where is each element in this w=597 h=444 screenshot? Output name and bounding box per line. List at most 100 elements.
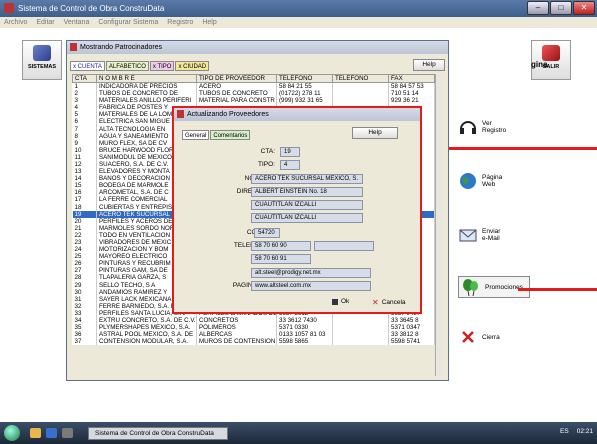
- enviar-email-label: Enviar e-Mail: [482, 228, 501, 242]
- cell-cta: 10: [72, 146, 97, 154]
- codigo-field[interactable]: 54720: [254, 228, 280, 238]
- app-icon: [4, 3, 14, 13]
- telefono-field-1[interactable]: 58 70 60 90: [251, 241, 311, 251]
- media-icon[interactable]: [62, 428, 73, 438]
- cell-cta: 32: [72, 302, 97, 310]
- table-row[interactable]: 37 CONTENSION MODULAR, S.A. MUROS DE CONTE…: [72, 338, 435, 346]
- sistemas-button[interactable]: SISTEMAS: [22, 40, 62, 80]
- mail-field[interactable]: alt.steel@prodigy.net.mx: [251, 268, 371, 278]
- cell-cta: 7: [72, 125, 97, 133]
- cell-nombre: MATERIALES ANILLO PERIFERI: [96, 97, 197, 105]
- cell-cta: 9: [72, 139, 97, 147]
- cell-cta: 26: [72, 260, 97, 268]
- promociones-button[interactable]: Promociones: [458, 276, 530, 298]
- actualizando-window: Actualizando Proveedores General Comenta…: [172, 106, 422, 314]
- table-scrollbar[interactable]: [435, 74, 443, 376]
- ok-button[interactable]: Ok: [332, 298, 349, 305]
- cell-cta: 30: [72, 288, 97, 296]
- cierra-button[interactable]: Cierra: [458, 328, 530, 346]
- app-titlebar: Sistema de Control de Obra ConstruData –…: [0, 0, 597, 17]
- tab-comentarios[interactable]: Comentarios: [210, 130, 251, 140]
- cell-nombre: CONTENSION MODULAR, S.A.: [96, 338, 197, 346]
- start-orb-icon[interactable]: [4, 425, 20, 441]
- cta-field[interactable]: 19: [280, 147, 300, 157]
- language-indicator[interactable]: ES: [560, 428, 569, 435]
- cell-cta: 23: [72, 238, 97, 247]
- table-row[interactable]: 1 INDICADORA DE PRECIOS ACERO 58 84 21 55 58…: [72, 82, 435, 90]
- col-header-telefono[interactable]: TELEFONO: [276, 74, 333, 83]
- cell-cta: 24: [72, 246, 97, 254]
- tab-tipo[interactable]: x TIPO: [149, 61, 175, 71]
- system-tray: ES 02:21: [560, 428, 593, 435]
- balloons-icon: [463, 279, 478, 296]
- ver-registro-button[interactable]: Ver Registro: [458, 118, 530, 136]
- cell-cta: 37: [72, 338, 97, 346]
- folder-icon[interactable]: [30, 428, 41, 438]
- cell-nombre: PLYMERSHAPES MEXICO, S.A.: [96, 324, 197, 332]
- sort-tabs: x CUENTA ALFABETICO x TIPO x CIUDAD: [70, 61, 210, 71]
- table-row[interactable]: 3 MATERIALES ANILLO PERIFERI MATERIAL PARA…: [72, 97, 435, 105]
- menu-editar[interactable]: Editar: [36, 17, 54, 28]
- cell-cta: 27: [72, 267, 97, 275]
- table-row[interactable]: 2 TUBOS DE CONCRETO DE TUBOS DE CONCRETO (0…: [72, 90, 435, 98]
- menu-ventana[interactable]: Ventana: [64, 17, 90, 28]
- cell-telefono-2: [332, 324, 389, 332]
- exit-door-icon: [542, 45, 560, 61]
- cell-fax: 33 3812 8: [388, 331, 435, 339]
- pagina-web-button[interactable]: Página Web: [458, 172, 530, 190]
- patrocinadores-titlebar: Mostrando Patrocinadores: [67, 41, 448, 54]
- menu-configurar-sistema[interactable]: Configurar Sistema: [98, 17, 158, 28]
- actualizando-help-button[interactable]: Help: [352, 127, 398, 139]
- col-header-fax[interactable]: FAX: [388, 74, 435, 83]
- col-header-tipo[interactable]: TIPO DE PROVEEDOR: [196, 74, 277, 83]
- browser-icon[interactable]: [46, 428, 57, 438]
- cell-cta: 5: [72, 111, 97, 119]
- enviar-email-button[interactable]: Enviar e-Mail: [458, 226, 530, 244]
- patrocinadores-help-button[interactable]: Help: [413, 59, 445, 71]
- table-header-row: CTA N O M B R E TIPO DE PROVEEDOR TELEFO…: [72, 74, 435, 83]
- col-header-nombre[interactable]: N O M B R E: [96, 74, 197, 83]
- minimize-button[interactable]: –: [527, 1, 549, 15]
- table-row[interactable]: 36 ASTRAL POOL MEXICO, S.A. DE ALBERCAS 013…: [72, 331, 435, 339]
- table-row[interactable]: 34 EXTRU CONCRETO, S.A. DE C.V. CONCRETOS 3…: [72, 317, 435, 325]
- tipo-field[interactable]: 4: [280, 160, 300, 170]
- taskbar-app-item[interactable]: Sistema de Control de Obra ConstruData: [88, 427, 228, 440]
- menu-registro[interactable]: Registro: [167, 17, 193, 28]
- menu-help[interactable]: Help: [202, 17, 216, 28]
- tab-alfabetico[interactable]: ALFABETICO: [105, 61, 149, 71]
- maximize-button[interactable]: □: [550, 1, 572, 15]
- tab-general[interactable]: General: [182, 130, 210, 140]
- cell-cta: 35: [72, 324, 97, 332]
- cell-tipo: MUROS DE CONTENSION: [196, 338, 277, 346]
- cancel-x-icon: ✕: [372, 298, 379, 307]
- cell-cta: 8: [72, 132, 97, 140]
- cell-cta: 18: [72, 203, 97, 211]
- cell-tipo: CONCRETOS: [196, 317, 277, 325]
- nombre-field[interactable]: ACERO TEK SUCURSAL MEXICO, S.: [251, 174, 363, 184]
- cell-cta: 1: [72, 82, 97, 90]
- tab-ciudad[interactable]: x CIUDAD: [175, 61, 210, 71]
- tab-cuenta[interactable]: x CUENTA: [70, 61, 105, 71]
- cell-tipo: ACERO: [196, 82, 277, 90]
- direccion-field-1[interactable]: ALBERT EINSTEIN No. 18: [251, 187, 363, 197]
- annotation-line-promociones: [518, 288, 597, 291]
- col-header-telefono-2[interactable]: TELEFONO: [332, 74, 389, 83]
- cell-cta: 11: [72, 153, 97, 161]
- cancel-button[interactable]: ✕ Cancela: [372, 298, 406, 307]
- col-header-cta[interactable]: CTA: [72, 74, 97, 83]
- actualizando-titlebar: Actualizando Proveedores: [174, 108, 420, 121]
- close-button[interactable]: ✕: [573, 1, 595, 15]
- direccion-field-3[interactable]: CUAUTITLAN IZCALLI: [251, 213, 363, 223]
- fax-field[interactable]: 58 70 60 91: [251, 254, 311, 264]
- menu-archivo[interactable]: Archivo: [4, 17, 27, 28]
- cell-cta: 25: [72, 253, 97, 261]
- cell-tipo: MATERIAL PARA CONSTR: [196, 97, 277, 105]
- pagina-web-field[interactable]: www.altsteel.com.mx: [251, 281, 371, 291]
- direccion-field-2[interactable]: CUAUTITLAN IZCALLI: [251, 200, 363, 210]
- telefono-field-2[interactable]: [314, 241, 374, 251]
- computer-icon: [33, 45, 51, 61]
- cell-nombre: ASTRAL POOL MEXICO, S.A. DE: [96, 331, 197, 339]
- table-row[interactable]: 35 PLYMERSHAPES MEXICO, S.A. POLIMEROS 5371…: [72, 324, 435, 332]
- cell-telefono-2: [332, 331, 389, 339]
- cell-fax: 929 36 21: [388, 97, 435, 105]
